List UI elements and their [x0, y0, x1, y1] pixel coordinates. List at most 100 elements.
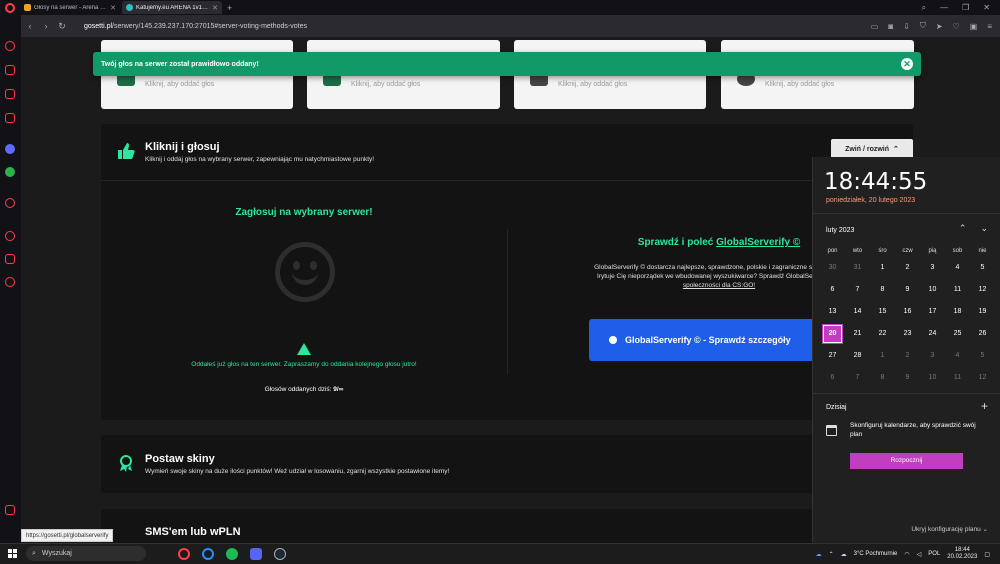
- calendar-day[interactable]: 22: [870, 323, 895, 345]
- calendar-day[interactable]: 21: [845, 323, 870, 345]
- calendar-day[interactable]: 14: [845, 301, 870, 323]
- messenger-icon[interactable]: [5, 144, 15, 154]
- forward-icon[interactable]: ›: [38, 21, 54, 31]
- calendar-day[interactable]: 18: [945, 301, 970, 323]
- spotify-icon[interactable]: [226, 547, 238, 560]
- tab-katujemy[interactable]: Katujemy.eu ARENA 1v1 1& ✕: [122, 1, 222, 14]
- reload-icon[interactable]: ↻: [54, 21, 70, 32]
- calendar-day[interactable]: 2: [895, 257, 920, 279]
- windows-start-icon[interactable]: [8, 549, 17, 558]
- calendar-day[interactable]: 12: [970, 367, 995, 389]
- calendar-day[interactable]: 16: [895, 301, 920, 323]
- gx-control-icon[interactable]: [5, 505, 15, 515]
- calendar-day[interactable]: 1: [870, 345, 895, 367]
- calendar-day[interactable]: 4: [945, 257, 970, 279]
- gs-title-link[interactable]: GlobalServerify ©: [716, 237, 800, 248]
- calendar-day[interactable]: 17: [920, 301, 945, 323]
- back-icon[interactable]: ‹: [22, 21, 38, 31]
- shield-icon[interactable]: ⛉: [920, 21, 926, 31]
- calendar-day[interactable]: 7: [845, 367, 870, 389]
- calendar-day[interactable]: 6: [820, 367, 845, 389]
- calendar-day[interactable]: 3: [920, 257, 945, 279]
- menu-icon[interactable]: ≡: [987, 22, 992, 31]
- instagram-icon[interactable]: [5, 113, 15, 123]
- camera-icon[interactable]: ◙: [888, 22, 893, 31]
- calendar-day[interactable]: 11: [945, 279, 970, 301]
- heart-icon[interactable]: ♡: [953, 22, 960, 31]
- settings-icon[interactable]: [5, 277, 15, 287]
- calendar-day[interactable]: 10: [920, 367, 945, 389]
- tab-glosy[interactable]: Głosy na serwer - Arena 1v1 ✕: [20, 1, 120, 14]
- calendar-day[interactable]: 6: [820, 279, 845, 301]
- close-window-icon[interactable]: ✕: [983, 3, 990, 12]
- calendar-day[interactable]: 23: [895, 323, 920, 345]
- network-icon[interactable]: ◠: [904, 551, 909, 558]
- close-icon[interactable]: ✕: [901, 58, 913, 70]
- send-icon[interactable]: ➤: [936, 22, 943, 31]
- opera-menu-button[interactable]: [0, 0, 20, 15]
- chevron-up-icon[interactable]: ⌃: [959, 223, 967, 234]
- taskbar-search[interactable]: ⌕ Wyszukaj: [26, 546, 146, 561]
- volume-icon[interactable]: ◁: [917, 551, 922, 558]
- language-indicator[interactable]: POL: [928, 551, 940, 557]
- calendar-day[interactable]: 27: [820, 345, 845, 367]
- calendar-day[interactable]: 5: [970, 345, 995, 367]
- opera-gx-icon[interactable]: [178, 547, 190, 560]
- history-icon[interactable]: [5, 231, 15, 241]
- calendar-day[interactable]: 28: [845, 345, 870, 367]
- calendar-day[interactable]: 12: [970, 279, 995, 301]
- twitch-icon[interactable]: [5, 89, 15, 99]
- calendar-day[interactable]: 8: [870, 279, 895, 301]
- calendar-day[interactable]: 7: [845, 279, 870, 301]
- new-tab-button[interactable]: +: [227, 3, 232, 13]
- sidebar-toggle-icon[interactable]: ▭: [871, 22, 879, 31]
- calendar-day[interactable]: 24: [920, 323, 945, 345]
- calendar-day[interactable]: 25: [945, 323, 970, 345]
- collapse-toggle-button[interactable]: Zwiń / rozwiń ⌃: [831, 139, 913, 159]
- wallet-icon[interactable]: ▣: [970, 22, 978, 31]
- calendar-day[interactable]: 15: [870, 301, 895, 323]
- calendar-day[interactable]: 9: [895, 367, 920, 389]
- download-icon[interactable]: ⇩: [903, 22, 910, 31]
- start-button[interactable]: Rozpocznij: [850, 453, 963, 469]
- calendar-day[interactable]: 4: [945, 345, 970, 367]
- calendar-day[interactable]: 10: [920, 279, 945, 301]
- steam-icon[interactable]: [274, 547, 286, 560]
- hide-plan-link[interactable]: Ukryj konfigurację planu ⌄: [911, 525, 988, 533]
- close-tab-icon[interactable]: ✕: [110, 4, 116, 12]
- calendar-day[interactable]: 19: [970, 301, 995, 323]
- add-event-icon[interactable]: +: [981, 399, 988, 413]
- speed-dial-icon[interactable]: [5, 41, 15, 51]
- maximize-icon[interactable]: ❐: [962, 3, 969, 12]
- url-field[interactable]: gosetti.pl/serwery/145.239.237.170:27015…: [84, 23, 307, 30]
- calendar-day[interactable]: 31: [845, 257, 870, 279]
- discord-icon[interactable]: [250, 547, 262, 560]
- taskbar-clock[interactable]: 18:44 20.02.2023: [947, 547, 977, 561]
- search-tabs-icon[interactable]: ⌕: [922, 3, 926, 13]
- calendar-day[interactable]: 3: [920, 345, 945, 367]
- player-icon[interactable]: [5, 198, 15, 208]
- calendar-day[interactable]: 26: [970, 323, 995, 345]
- calendar-day[interactable]: 13: [820, 301, 845, 323]
- calendar-day[interactable]: 5: [970, 257, 995, 279]
- shop-icon[interactable]: [5, 65, 15, 75]
- calendar-day[interactable]: 1: [870, 257, 895, 279]
- notification-icon[interactable]: ▢: [984, 551, 990, 558]
- calendar-day[interactable]: 11: [945, 367, 970, 389]
- month-label[interactable]: luty 2023: [826, 227, 854, 234]
- long-date[interactable]: poniedziałek, 20 lutego 2023: [826, 197, 915, 204]
- whatsapp-icon[interactable]: [5, 167, 15, 177]
- minimize-icon[interactable]: —: [940, 3, 948, 12]
- close-tab-icon[interactable]: ✕: [212, 4, 218, 12]
- chevron-up-icon[interactable]: ⌃: [829, 551, 834, 558]
- calendar-day[interactable]: 30: [820, 257, 845, 279]
- onedrive-icon[interactable]: ☁: [816, 551, 822, 558]
- cube-icon[interactable]: [5, 254, 15, 264]
- weather-text[interactable]: 3°C Pochmurnie: [854, 551, 898, 557]
- calendar-day[interactable]: 9: [895, 279, 920, 301]
- calendar-day[interactable]: 2: [895, 345, 920, 367]
- calendar-day[interactable]: 8: [870, 367, 895, 389]
- calendar-day-today[interactable]: 20: [823, 325, 842, 343]
- chevron-down-icon[interactable]: ⌄: [980, 223, 988, 234]
- app-icon[interactable]: [202, 547, 214, 560]
